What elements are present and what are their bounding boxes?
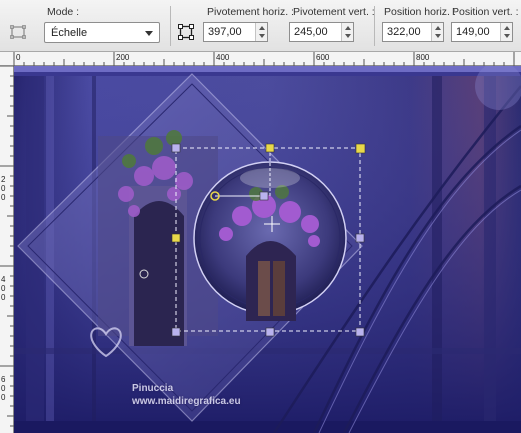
position-horizontal-value: 322,00 <box>387 26 421 38</box>
ruler-label: 0 <box>1 193 6 202</box>
ruler-label: 400 <box>216 53 230 62</box>
ruler-label: 6 <box>1 375 6 384</box>
ruler-label: 0 <box>1 384 6 393</box>
pivot-horizontal-stepper[interactable] <box>255 23 267 41</box>
ruler-ticks <box>13 52 515 66</box>
toolbar-divider <box>170 6 171 46</box>
watermark: Pinuccia www.maidiregrafica.eu <box>110 383 290 433</box>
pivot-horizontal-value: 397,00 <box>208 26 242 38</box>
mode-select-value: Échelle <box>51 27 88 39</box>
toolbar-divider <box>374 6 375 46</box>
position-horizontal-input[interactable]: 322,00 <box>382 22 444 42</box>
mode-label: Mode : <box>47 6 80 18</box>
vertical-ruler: 2 0 0 4 0 0 6 0 0 <box>0 66 14 433</box>
mode-select[interactable]: Échelle <box>44 22 160 43</box>
position-vertical-label: Position vert. : <box>452 6 519 18</box>
transform-mode-icon[interactable] <box>178 24 194 40</box>
position-vertical-value: 149,00 <box>456 26 490 38</box>
pivot-vertical-label: Pivotement vert. : <box>293 6 375 18</box>
position-vertical-stepper[interactable] <box>500 23 512 41</box>
ruler-label: 2 <box>1 175 6 184</box>
ruler-label: 0 <box>1 293 6 302</box>
pivot-horizontal-input[interactable]: 397,00 <box>203 22 268 42</box>
ruler-label: 600 <box>316 53 330 62</box>
horizontal-ruler: 0 200 400 600 800 <box>0 52 521 66</box>
ruler-label: 0 <box>1 393 6 402</box>
watermark-url: www.maidiregrafica.eu <box>132 396 241 407</box>
image-canvas[interactable]: Pinuccia www.maidiregrafica.eu <box>14 66 521 433</box>
ruler-label: 800 <box>416 53 430 62</box>
pivot-vertical-value: 245,00 <box>294 26 328 38</box>
tool-options-bar: Mode : Échelle Pivotement horiz. : 397,0… <box>0 0 521 52</box>
ruler-label: 4 <box>1 275 6 284</box>
deform-tool-icon[interactable] <box>10 24 26 40</box>
watermark-name: Pinuccia <box>132 383 174 394</box>
ruler-label: 0 <box>16 53 21 62</box>
position-vertical-input[interactable]: 149,00 <box>451 22 513 42</box>
pivot-horizontal-label: Pivotement horiz. : <box>207 6 294 18</box>
ruler-label: 200 <box>116 53 130 62</box>
pivot-vertical-stepper[interactable] <box>341 23 353 41</box>
position-horizontal-label: Position horiz. : <box>384 6 456 18</box>
artwork <box>14 66 521 433</box>
chevron-down-icon <box>145 31 153 36</box>
position-horizontal-stepper[interactable] <box>431 23 443 41</box>
pivot-vertical-input[interactable]: 245,00 <box>289 22 354 42</box>
ruler-label: 0 <box>1 284 6 293</box>
ruler-label: 0 <box>1 184 6 193</box>
